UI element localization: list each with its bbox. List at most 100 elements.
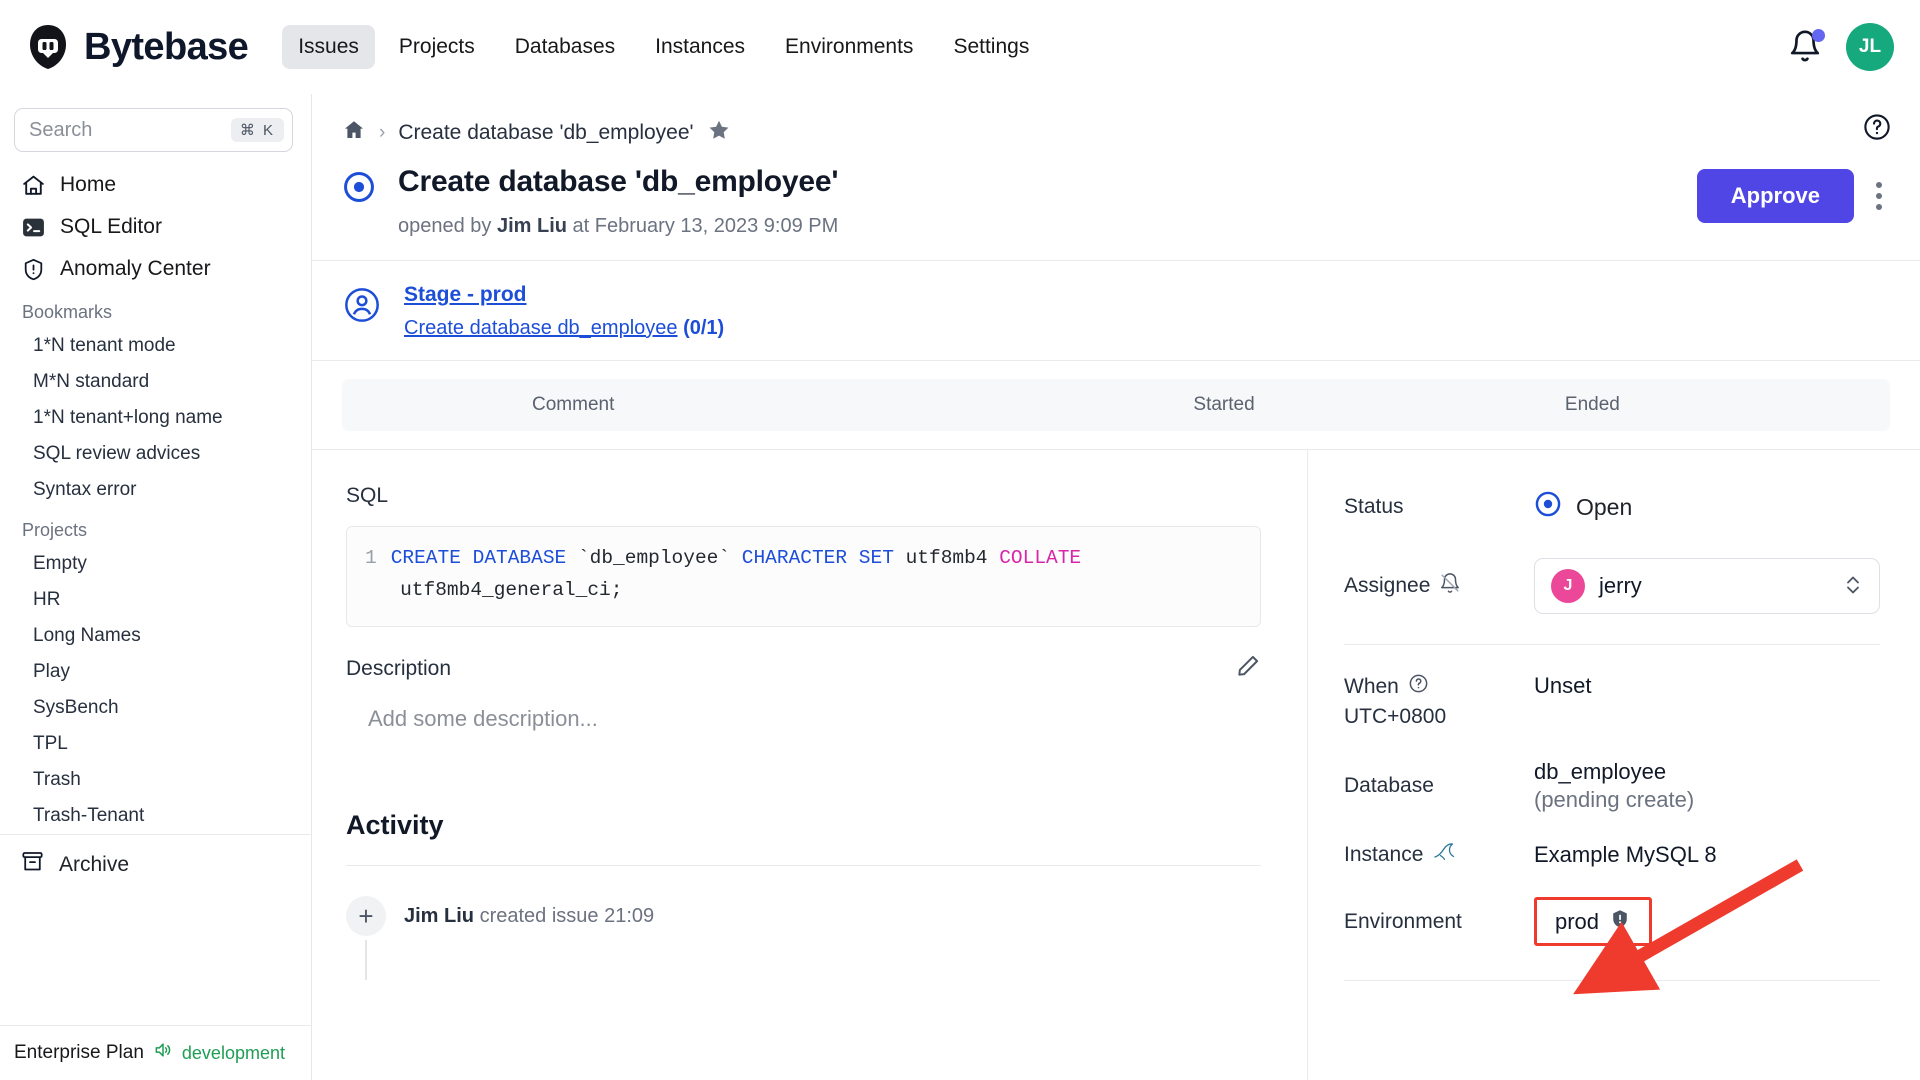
environment-row: Environment prod [1344, 897, 1880, 946]
sidebar-bookmark-item[interactable]: 1*N tenant+long name [0, 400, 311, 436]
sidebar-project-item[interactable]: HR [0, 582, 311, 618]
nav-item-issues[interactable]: Issues [282, 25, 375, 69]
environment-mode-label: development [181, 1042, 285, 1063]
brand-logo[interactable]: Bytebase [24, 23, 249, 71]
sidebar-item-sql-editor[interactable]: SQL Editor [0, 206, 311, 248]
activity-rail [365, 940, 367, 981]
description-input[interactable]: Add some description... [346, 684, 1261, 732]
when-row: When UTC+0800 Unset [1344, 673, 1880, 759]
assignee-value: jerry [1599, 573, 1642, 598]
pencil-icon[interactable] [1235, 653, 1261, 684]
sidebar-project-item[interactable]: Long Names [0, 618, 311, 654]
more-vertical-icon[interactable] [1868, 176, 1890, 216]
sidebar-project-item[interactable]: Trash [0, 762, 311, 798]
nav-item-databases[interactable]: Databases [499, 25, 631, 69]
activity-title: Activity [346, 810, 444, 841]
plus-icon: + [346, 896, 386, 937]
sidebar-item-anomaly-center[interactable]: Anomaly Center [0, 248, 311, 290]
notifications-button[interactable] [1788, 29, 1825, 65]
speaker-icon [153, 1040, 173, 1066]
nav-item-settings[interactable]: Settings [937, 25, 1045, 69]
activity-detail: created issue 21:09 [474, 904, 655, 927]
sidebar-content: Search ⌘ K Home SQL Editor Anomaly Cente… [0, 94, 311, 1025]
stage-task-count: (0/1) [683, 317, 725, 339]
bell-slash-icon[interactable] [1439, 572, 1461, 600]
issue-header-left: Create database 'db_employee' opened by … [342, 165, 1697, 238]
activity-actor: Jim Liu [404, 904, 475, 927]
issue-left-column: SQL 1 CREATE DATABASE `db_employee` CHARA… [312, 450, 1308, 1080]
archive-icon [20, 849, 45, 880]
when-value[interactable]: Unset [1534, 673, 1591, 729]
page-title: Create database 'db_employee' [398, 165, 839, 198]
approve-button[interactable]: Approve [1696, 169, 1854, 223]
app-body: Search ⌘ K Home SQL Editor Anomaly Cente… [0, 94, 1920, 1080]
stage-task-link[interactable]: Create database db_employee [404, 317, 678, 339]
issue-actions: Approve [1696, 165, 1890, 223]
breadcrumb-home-icon[interactable] [342, 118, 366, 147]
sidebar-item-label: Archive [59, 852, 130, 876]
database-value[interactable]: db_employee [1534, 759, 1694, 785]
sidebar-item-label: Anomaly Center [60, 257, 211, 280]
breadcrumb-current[interactable]: Create database 'db_employee' [398, 121, 693, 145]
issue-detail-panels: SQL 1 CREATE DATABASE `db_employee` CHARA… [312, 449, 1920, 1080]
open-circle-icon [1534, 490, 1562, 524]
sidebar-project-item[interactable]: Empty [0, 546, 311, 582]
assignee-avatar: J [1551, 569, 1585, 603]
sql-code-block[interactable]: 1 CREATE DATABASE `db_employee` CHARACTER… [346, 526, 1261, 628]
sidebar-item-archive[interactable]: Archive [0, 834, 311, 894]
sidebar-project-item[interactable]: Play [0, 654, 311, 690]
search-shortcut-badge: ⌘ K [230, 118, 284, 142]
status-value: Open [1576, 493, 1633, 520]
sidebar-bookmark-item[interactable]: Syntax error [0, 472, 311, 508]
instance-value[interactable]: Example MySQL 8 [1534, 842, 1717, 868]
open-circle-icon [342, 170, 376, 209]
activity-text: Jim Liu created issue 21:09 [404, 905, 654, 928]
question-circle-icon[interactable] [1408, 673, 1429, 700]
sidebar-bookmark-item[interactable]: SQL review advices [0, 436, 311, 472]
star-icon[interactable] [707, 118, 731, 147]
breadcrumb: › Create database 'db_employee' [312, 94, 1920, 147]
status-badge: Open [1534, 490, 1632, 524]
activity-divider [346, 865, 1261, 867]
environment-value[interactable]: prod [1555, 909, 1599, 935]
stage-block: Stage - prod Create database db_employee… [312, 261, 1920, 360]
status-label: Status [1344, 495, 1404, 518]
app-root: Bytebase Issues Projects Databases Insta… [0, 0, 1920, 1080]
sidebar-project-item[interactable]: TPL [0, 726, 311, 762]
stage-task-row: Create database db_employee (0/1) [404, 317, 724, 340]
status-row: Status Open [1344, 482, 1880, 558]
issue-author: Jim Liu [496, 215, 567, 237]
terminal-icon [20, 214, 46, 240]
sql-section-label: SQL [346, 484, 389, 507]
shield-alert-icon [20, 256, 46, 282]
stage-name-link[interactable]: Stage - prod [404, 283, 527, 307]
search-input[interactable]: Search ⌘ K [14, 108, 293, 152]
sidebar-heading-bookmarks: Bookmarks [22, 302, 113, 322]
help-icon[interactable] [1862, 112, 1892, 147]
notification-badge-dot [1812, 29, 1825, 42]
instance-label: Instance [1344, 841, 1534, 869]
issue-meta-prefix: opened by [398, 215, 497, 237]
sidebar-bookmark-item[interactable]: 1*N tenant mode [0, 328, 311, 364]
sidebar: Search ⌘ K Home SQL Editor Anomaly Cente… [0, 94, 312, 1080]
nav-item-instances[interactable]: Instances [639, 25, 761, 69]
database-state: (pending create) [1534, 787, 1695, 812]
nav-item-environments[interactable]: Environments [769, 25, 929, 69]
sidebar-bookmark-item[interactable]: M*N standard [0, 364, 311, 400]
issue-meta: opened by Jim Liu at February 13, 2023 9… [398, 215, 838, 238]
environment-highlight-box: prod [1534, 897, 1653, 946]
when-timezone: UTC+0800 [1344, 705, 1447, 728]
sidebar-footer: Enterprise Plan development [0, 1025, 311, 1080]
top-bar: Bytebase Issues Projects Databases Insta… [0, 0, 1920, 94]
column-header-comment: Comment [532, 394, 615, 415]
assignee-select[interactable]: J jerry [1534, 558, 1880, 614]
sidebar-item-home[interactable]: Home [0, 164, 311, 206]
shield-exclamation-icon [1609, 908, 1631, 935]
sidebar-project-item[interactable]: Trash-Tenant [0, 798, 311, 834]
description-header: Description [346, 653, 1261, 684]
instance-label-text: Instance [1344, 843, 1424, 866]
nav-item-projects[interactable]: Projects [383, 25, 491, 69]
user-avatar[interactable]: JL [1846, 23, 1894, 71]
sidebar-project-item[interactable]: SysBench [0, 690, 311, 726]
top-bar-actions: JL [1788, 23, 1894, 71]
